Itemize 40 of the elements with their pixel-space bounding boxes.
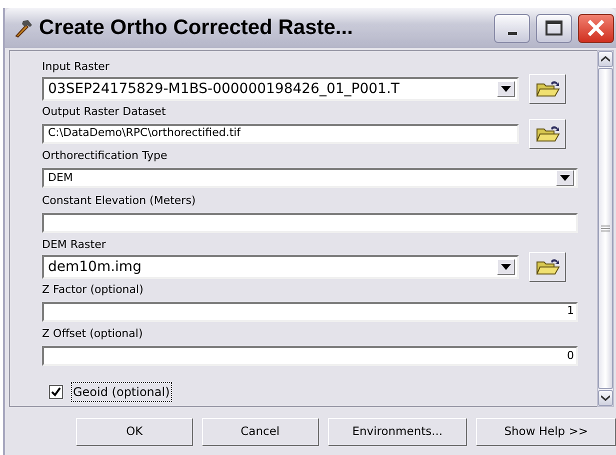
folder-icon bbox=[536, 124, 560, 142]
check-icon bbox=[51, 386, 61, 396]
text-field[interactable]: C:\DataDemo\RPC\orthorectified.tif bbox=[42, 124, 519, 144]
caret-icon bbox=[501, 264, 511, 270]
window-title: Create Ortho Corrected Raste... bbox=[39, 15, 354, 42]
dropdown-field[interactable]: 03SEP24175829-M1BS-000000198426_01_P001.T bbox=[42, 77, 519, 101]
field-label: Constant Elevation (Meters) bbox=[42, 194, 196, 206]
field-label: Z Factor (optional) bbox=[42, 282, 144, 296]
maximize-button[interactable] bbox=[536, 14, 572, 42]
browse-button[interactable] bbox=[529, 252, 566, 282]
folder-icon bbox=[536, 258, 560, 276]
field-label: Input Raster bbox=[42, 60, 110, 73]
checkbox[interactable] bbox=[49, 384, 63, 398]
field-label: Z Offset (optional) bbox=[42, 327, 143, 340]
field-label: Orthorectification Type bbox=[42, 149, 168, 162]
checkbox-label: Geoid (optional) bbox=[71, 382, 172, 402]
close-button[interactable] bbox=[578, 14, 614, 42]
text-field[interactable]: 0 bbox=[42, 346, 578, 366]
scroll-up-button[interactable] bbox=[598, 51, 613, 67]
caret-icon bbox=[501, 86, 511, 92]
dialog-button[interactable]: Show Help >> bbox=[476, 418, 616, 446]
field-label: DEM Raster bbox=[42, 238, 106, 251]
folder-icon bbox=[536, 80, 560, 98]
hammer-icon bbox=[13, 18, 33, 38]
field-label: Output Raster Dataset bbox=[42, 104, 166, 118]
caret-icon bbox=[560, 175, 570, 181]
minimize-button[interactable] bbox=[494, 14, 530, 42]
dialog-button[interactable]: OK bbox=[76, 418, 193, 446]
grip-icon bbox=[601, 225, 610, 232]
dialog-button[interactable]: Environments... bbox=[328, 418, 468, 446]
minimize-icon bbox=[508, 32, 516, 34]
maximize-icon bbox=[545, 20, 563, 36]
dropdown-field[interactable]: dem10m.img bbox=[42, 255, 519, 279]
close-icon bbox=[587, 19, 605, 37]
text-field[interactable]: 1 bbox=[42, 302, 578, 322]
scroll-down-button[interactable] bbox=[598, 390, 613, 406]
browse-button[interactable] bbox=[529, 118, 566, 148]
dialog-button[interactable]: Cancel bbox=[202, 418, 319, 446]
browse-button[interactable] bbox=[529, 74, 566, 104]
dropdown-field[interactable]: DEM bbox=[42, 168, 578, 188]
